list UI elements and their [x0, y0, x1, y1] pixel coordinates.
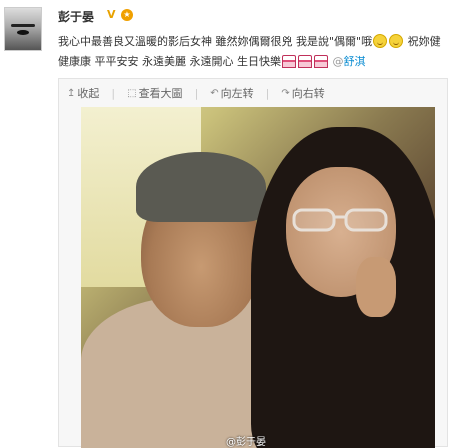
toolbar-divider: |: [194, 86, 199, 100]
view-large-label: 查看大圖: [138, 87, 183, 100]
rotate-right-button[interactable]: ↷ 向右转: [281, 85, 324, 101]
verified-badge-icon[interactable]: V: [107, 9, 119, 21]
cake-emoji-icon: [314, 55, 328, 68]
post-text-line1: 我心中最善良又溫暖的影后女神 雖然妳偶爾很兇 我是說"偶爾"哦: [58, 35, 373, 48]
view-large-button[interactable]: ⬚ 查看大圖: [127, 85, 182, 101]
smile-emoji-icon: [389, 34, 404, 48]
view-large-icon: ⬚: [127, 87, 137, 99]
rotate-left-label: 向左转: [220, 87, 254, 100]
avatar-brow: [11, 24, 35, 27]
collapse-icon: ↥: [67, 87, 76, 99]
photo-glasses: [292, 208, 388, 232]
smile-emoji-icon: [373, 34, 388, 48]
media-box: ↥ 收起 | ⬚ 查看大圖 | ↶ 向左转 | ↷ 向右转: [58, 78, 448, 448]
photo-beanie: [136, 152, 266, 222]
avatar-eye: [17, 30, 29, 35]
post-text: 我心中最善良又溫暖的影后女神 雖然妳偶爾很兇 我是說"偶爾"哦 祝妳健 健康康 …: [58, 32, 450, 72]
collapse-label: 收起: [77, 87, 100, 100]
image-toolbar: ↥ 收起 | ⬚ 查看大圖 | ↶ 向左转 | ↷ 向右转: [67, 85, 337, 101]
cake-emoji-icon: [298, 55, 312, 68]
cake-emoji-icon: [282, 55, 296, 68]
user-avatar[interactable]: [4, 7, 42, 51]
medal-icon[interactable]: ★: [121, 9, 133, 21]
photo-watermark: @彭于晏: [226, 437, 266, 448]
photo-hand: [356, 257, 396, 317]
toolbar-divider: |: [265, 86, 270, 100]
mention-link[interactable]: 舒淇: [344, 55, 366, 68]
rotate-left-icon: ↶: [210, 87, 219, 99]
toolbar-divider: |: [111, 86, 116, 100]
rotate-right-label: 向右转: [291, 87, 325, 100]
rotate-left-button[interactable]: ↶ 向左转: [210, 85, 253, 101]
username-link[interactable]: 彭于晏: [58, 8, 94, 25]
at-icon: @: [332, 55, 344, 68]
collapse-button[interactable]: ↥ 收起: [67, 85, 99, 101]
post-text-segment: 祝妳健: [407, 35, 441, 48]
post-text-line2: 健康康 平平安安 永遠美麗 永遠開心 生日快樂: [58, 55, 281, 68]
post-photo[interactable]: [81, 107, 435, 448]
rotate-right-icon: ↷: [281, 87, 290, 99]
